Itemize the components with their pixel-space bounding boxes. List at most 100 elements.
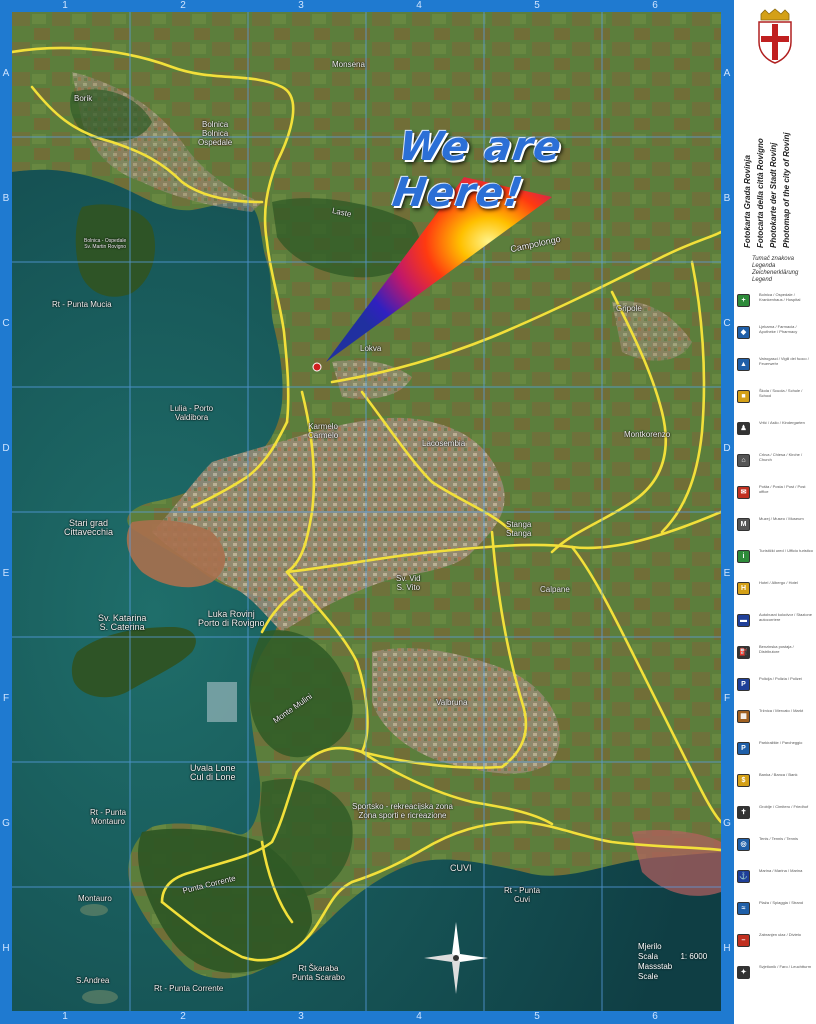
scale-label: Mjerilo Scala Massstab Scale 1: 6000	[638, 942, 707, 982]
legend-item: ⛽ Benzinska postaja / Distributore	[737, 644, 815, 664]
place-label-montauro: Montauro	[78, 894, 112, 903]
legend-item-text: Parkiralište / Parcheggio	[759, 740, 803, 745]
grid-col-2-bottom: 2	[180, 1011, 186, 1022]
place-label-luka: Luka Rovinj Porto di Rovigno	[198, 609, 265, 628]
legend-item-text: Autobusni kolodvor / Stazione autocorrie…	[759, 612, 812, 622]
legend-item: ≈ Plaža / Spiaggia / Strand	[737, 900, 815, 920]
title-italian: Fotocarta della città Rovigno	[756, 138, 765, 248]
place-label-sampieri: S.Andrea	[76, 976, 110, 985]
beach-icon: ≈	[737, 902, 750, 915]
place-label-rt-punta-montauro: Rt - Punta Montauro	[90, 808, 127, 826]
place-label-borik: Borik	[74, 94, 93, 103]
tourist-info-icon: i	[737, 550, 750, 563]
title-english: Photomap of the city of Rovinj	[782, 132, 791, 248]
lighthouse-icon: ✦	[737, 966, 750, 979]
city-crest-icon	[758, 8, 792, 64]
place-label-bolnica-rovigno: Bolnica - Ospedale Sv. Martin Rovigno	[84, 238, 127, 250]
place-label-montkorenzo: Montkorenzo	[624, 430, 671, 439]
legend-item: ▲ Vatrogasci / Vigili del fuoco / Feuerwe…	[737, 356, 815, 376]
place-label-valbruna: Valbruna	[436, 698, 468, 707]
legend-item-text: Vatrogasci / Vigili del fuoco / Feuerweh…	[759, 356, 809, 366]
grid-row-b-right: B	[723, 193, 731, 204]
legend-item: ⚓ Marina / Marina / Marina	[737, 868, 815, 888]
hospital-icon: +	[737, 294, 750, 307]
fire-station-icon: ▲	[737, 358, 750, 371]
grid-col-3-bottom: 3	[298, 1011, 304, 1022]
legend-item: – Zabranjen ulaz / Divieto	[737, 932, 815, 952]
grid-row-b: B	[2, 193, 10, 204]
legend-item: ■ Škola / Scuola / Schule / School	[737, 388, 815, 408]
legend-item: ✝ Groblje / Cimitero / Friedhof	[737, 804, 815, 824]
police-icon: P	[737, 678, 750, 691]
place-label-bolnica: Bolnica Bolnica Ospedale	[198, 120, 233, 147]
legend-item-text: Škola / Scuola / Schule / School	[759, 388, 803, 398]
legend-item: M Muzej / Museo / Museum	[737, 516, 815, 536]
grid-row-h-right: H	[723, 943, 731, 954]
legend-item: P Parkiralište / Parcheggio	[737, 740, 815, 760]
hotel-icon: H	[737, 582, 750, 595]
grid-col-3: 3	[298, 0, 304, 11]
title-croatian: Fotokarta Grada Rovinja	[743, 155, 752, 248]
grid-col-1-bottom: 1	[62, 1011, 68, 1022]
legend-item-text: Plaža / Spiaggia / Strand	[759, 900, 804, 905]
place-label-gripole: Gripole	[616, 304, 642, 313]
legend-item-text: Pošta / Posta / Post / Post office	[759, 484, 806, 494]
place-label-rt-punta-cuvi: Rt - Punta Cuvi	[504, 886, 541, 904]
grid-row-c-right: C	[723, 318, 731, 329]
legend-item-text: Banka / Banca / Bank	[759, 772, 798, 777]
place-label-rt-punta-mucia: Rt - Punta Mucia	[52, 300, 112, 309]
legend-item: i Turistički ured / Ufficio turistico	[737, 548, 815, 568]
photomap[interactable]: Borik Bolnica Bolnica Ospedale Monsena L…	[12, 12, 721, 1011]
grid-row-f: F	[2, 693, 10, 704]
legend-item-text: Policija / Polizia / Polizei	[759, 676, 802, 681]
legend-item-text: Crkva / Chiesa / Kirche / Church	[759, 452, 803, 462]
place-label-monsena: Monsena	[332, 60, 365, 69]
grid-row-d-right: D	[723, 443, 731, 454]
place-label-lokva: Lokva	[360, 344, 382, 353]
place-label-lacosembia: Lacosembia	[422, 439, 466, 448]
legend-item-text: Bolnica / Ospedale / Krankenhaus / Hospi…	[759, 292, 801, 302]
map-titles: Fotokarta Grada Rovinja Fotocarta della …	[743, 78, 813, 248]
cemetery-icon: ✝	[737, 806, 750, 819]
legend-item: ▬ Autobusni kolodvor / Stazione autocorri…	[737, 612, 815, 632]
grid-row-a: A	[2, 68, 10, 79]
post-office-icon: ✉	[737, 486, 750, 499]
grid-row-f-right: F	[723, 693, 731, 704]
place-label-cuvi: CUVI	[450, 863, 472, 873]
place-label-stari-grad: Stari grad Cittavecchia	[64, 518, 114, 537]
legend-item-text: Marina / Marina / Marina	[759, 868, 803, 873]
place-label-stanga: Stanga Stanga	[506, 520, 532, 538]
grid-col-4: 4	[416, 0, 422, 11]
grid-row-a-right: A	[723, 68, 731, 79]
place-label-rt-punta-corrente: Rt - Punta Corrente	[154, 984, 224, 993]
legend-item: ◆ Ljekarna / Farmacia / Apotheke / Pharma…	[737, 324, 815, 344]
legend-item: ♟ Vrtić / Asilo / Kindergarten	[737, 420, 815, 440]
museum-icon: M	[737, 518, 750, 531]
legend-heading: Tumač znakova Legenda Zeichenerklärung L…	[752, 256, 799, 283]
church-icon: ⌂	[737, 454, 750, 467]
legend-item-text: Turistički ured / Ufficio turistico	[759, 548, 814, 553]
map-frame: Borik Bolnica Bolnica Ospedale Monsena L…	[0, 0, 734, 1024]
grid-row-d: D	[2, 443, 10, 454]
legend-item-text: Vrtić / Asilo / Kindergarten	[759, 420, 805, 425]
scale-value: 1: 6000	[680, 952, 708, 961]
tennis-icon: ◎	[737, 838, 750, 851]
grid-col-4-bottom: 4	[416, 1011, 422, 1022]
place-label-calpane: Calpane	[540, 585, 570, 594]
legend-item-text: Ljekarna / Farmacia / Apotheke / Pharmac…	[759, 324, 798, 334]
legend-item-text: Tenis / Tennis / Tennis	[759, 836, 798, 841]
legend-item: ▦ Tržnica / Mercato / Markt	[737, 708, 815, 728]
bus-station-icon: ▬	[737, 614, 750, 627]
legend-item: H Hotel / Albergo / Hotel	[737, 580, 815, 600]
bank-icon: $	[737, 774, 750, 787]
parking-icon: P	[737, 742, 750, 755]
scale-words: Mjerilo Scala Massstab Scale	[638, 942, 673, 981]
place-label-lulia: Lulia - Porto Valdibora	[170, 404, 214, 422]
legend-item-text: Muzej / Museo / Museum	[759, 516, 804, 521]
grid-col-2: 2	[180, 0, 186, 11]
pharmacy-icon: ◆	[737, 326, 750, 339]
place-label-uvala-lone: Uvala Lone Cul di Lone	[190, 763, 236, 782]
grid-row-g: G	[2, 818, 10, 829]
legend-item: ⌂ Crkva / Chiesa / Kirche / Church	[737, 452, 815, 472]
we-are-here-headline: We are Here!	[389, 124, 565, 216]
